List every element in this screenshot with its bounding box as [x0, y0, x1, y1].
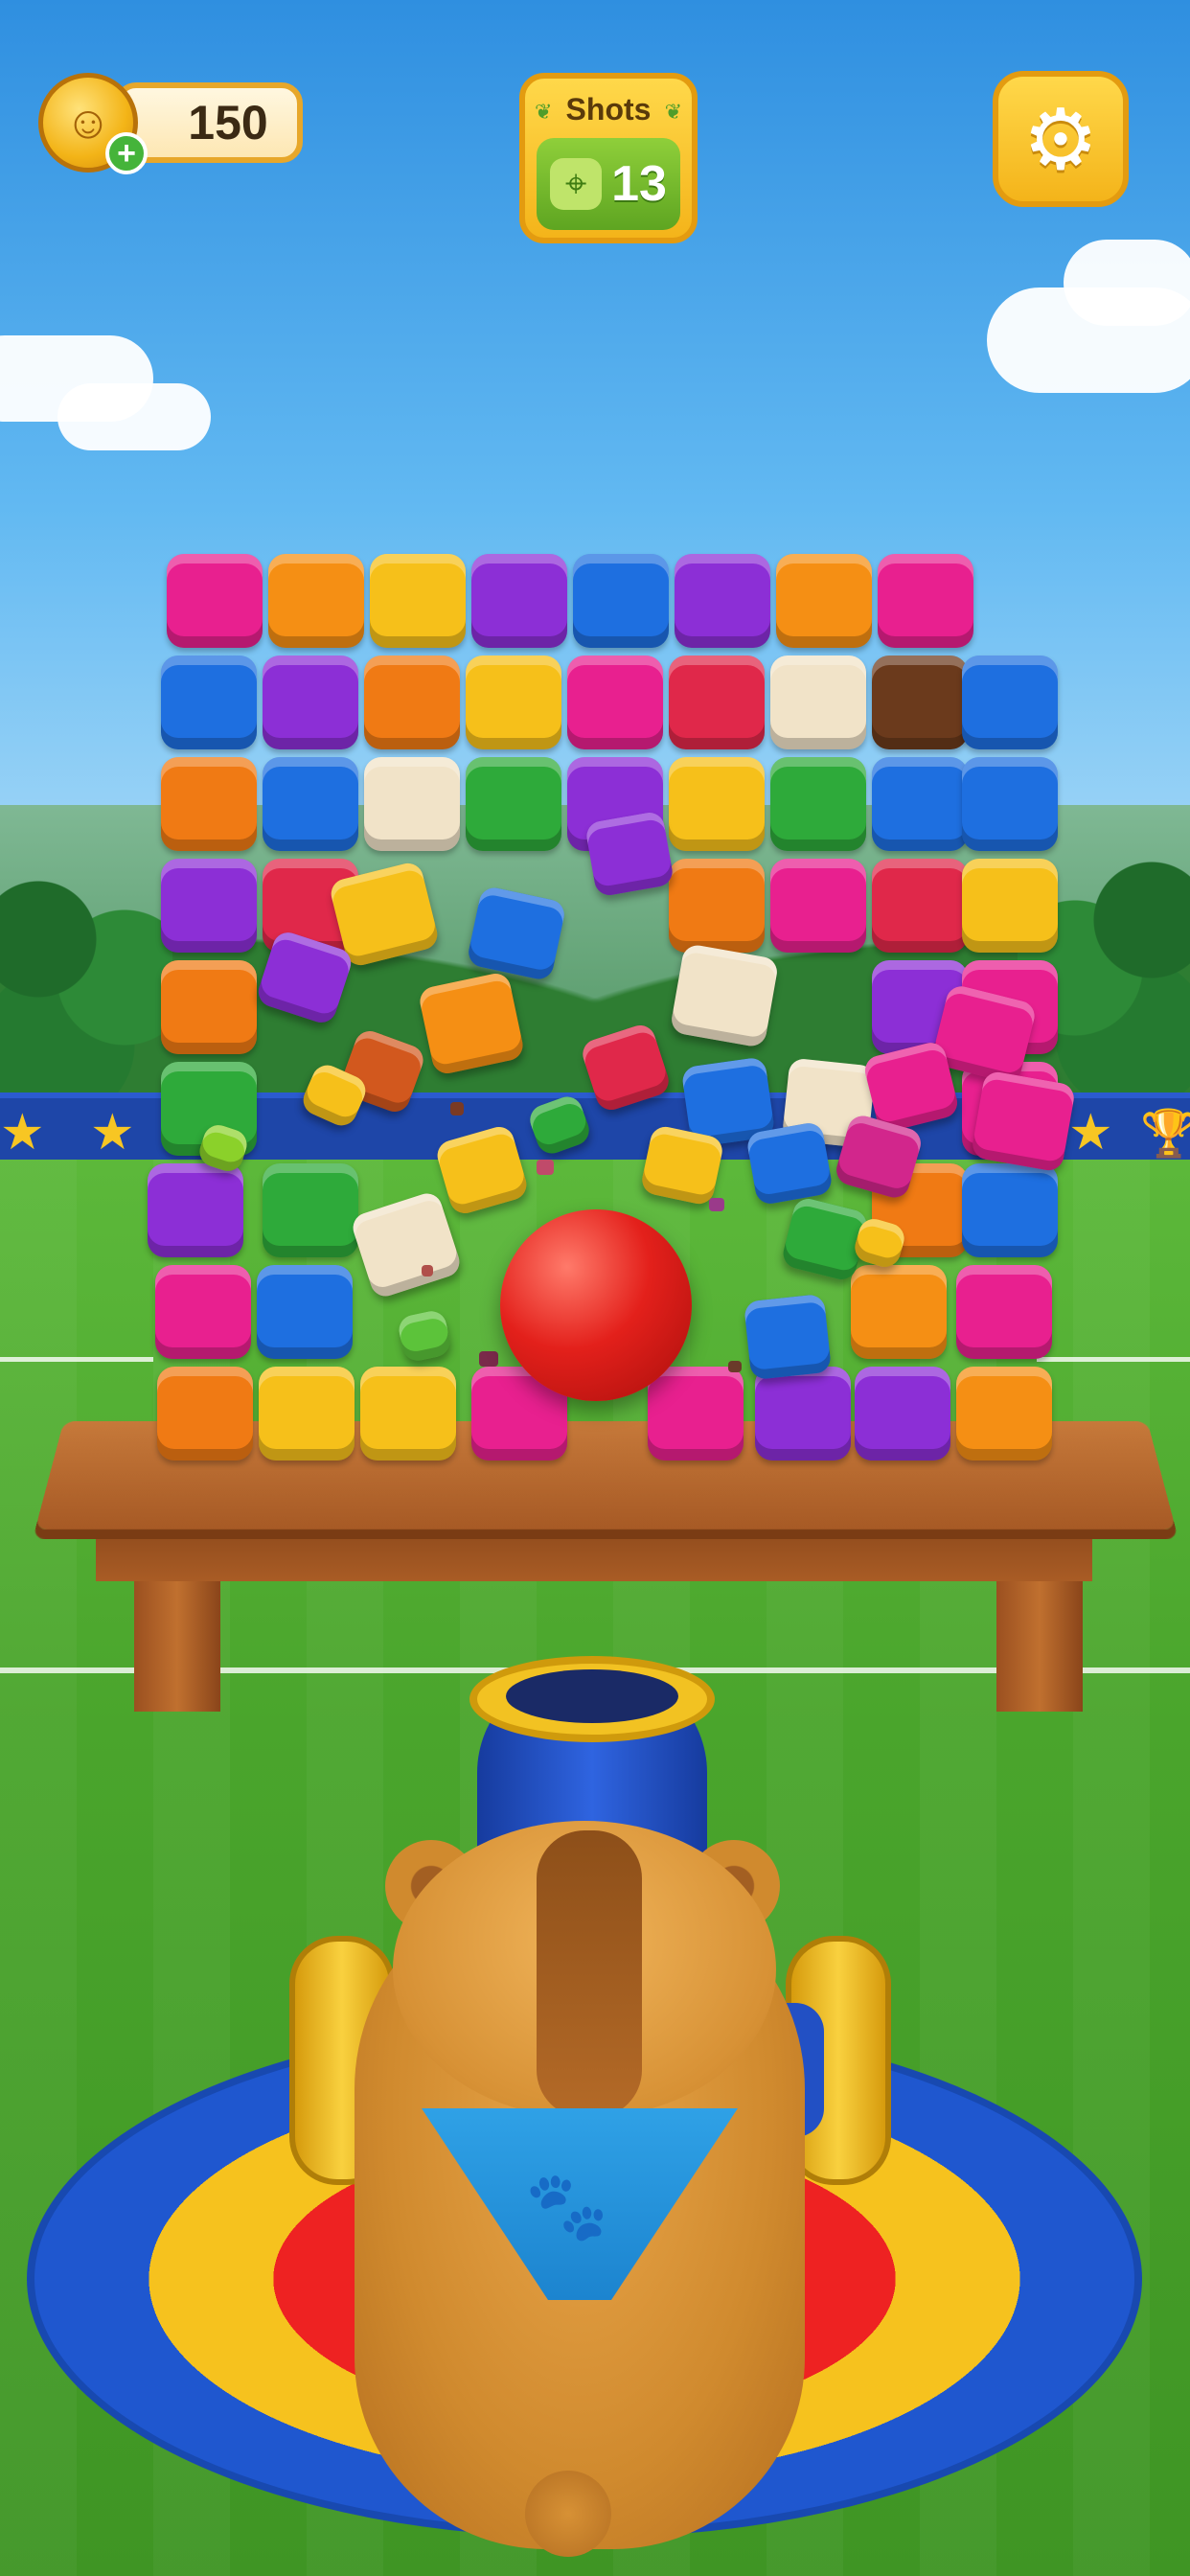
block — [161, 656, 257, 749]
flying-block — [743, 1293, 833, 1381]
block — [956, 1367, 1052, 1460]
cloud-left-2 — [57, 383, 211, 450]
settings-button[interactable]: ⚙ — [993, 71, 1129, 207]
debris — [537, 1160, 554, 1175]
block — [669, 859, 765, 953]
table-apron — [96, 1524, 1092, 1581]
block — [962, 1163, 1058, 1257]
block — [770, 859, 866, 953]
block — [157, 1367, 253, 1460]
block — [567, 656, 663, 749]
block — [956, 1265, 1052, 1359]
cannon-mouth — [506, 1669, 678, 1723]
block — [370, 554, 466, 648]
block — [872, 859, 968, 953]
debris — [422, 1265, 433, 1276]
red-ball — [500, 1209, 692, 1401]
flying-block — [745, 1120, 834, 1207]
block — [872, 757, 968, 851]
block — [259, 1367, 355, 1460]
capybara-tail — [525, 2471, 611, 2557]
block — [466, 757, 561, 851]
debris — [450, 1102, 464, 1116]
block — [161, 859, 257, 953]
block — [755, 1367, 851, 1460]
field-line — [0, 1357, 153, 1362]
debris — [709, 1198, 724, 1211]
block — [573, 554, 669, 648]
trees-left — [0, 862, 172, 1092]
block — [872, 656, 968, 749]
crosshair-icon: ⌖ — [550, 158, 603, 210]
block — [364, 757, 460, 851]
debris — [728, 1361, 742, 1372]
block — [167, 554, 263, 648]
star-icon: ★ — [0, 1105, 45, 1161]
flying-block — [639, 1123, 725, 1208]
block — [364, 656, 460, 749]
coin-panel[interactable]: 150 ☺ + — [38, 73, 307, 174]
add-coins-button[interactable]: + — [105, 132, 148, 174]
block — [360, 1367, 456, 1460]
block — [962, 656, 1058, 749]
cloud-right-2 — [1064, 240, 1190, 326]
shots-panel: ❦ Shots ❦ ⌖ 13 — [519, 73, 698, 243]
block — [770, 656, 866, 749]
block — [648, 1367, 744, 1460]
block — [466, 656, 561, 749]
block — [851, 1265, 947, 1359]
block — [878, 554, 973, 648]
star-icon: ★ — [90, 1105, 135, 1161]
block — [263, 656, 358, 749]
paw-icon: 🐾 — [525, 2169, 609, 2243]
block — [257, 1265, 353, 1359]
block — [263, 1163, 358, 1257]
field-line — [1037, 1357, 1190, 1362]
block — [471, 554, 567, 648]
block — [155, 1265, 251, 1359]
block — [161, 960, 257, 1054]
flying-block — [417, 971, 526, 1076]
block — [770, 757, 866, 851]
block — [855, 1367, 950, 1460]
flying-block — [970, 1070, 1077, 1173]
block — [962, 859, 1058, 953]
flying-block — [584, 810, 675, 898]
shots-counter: ⌖ 13 — [537, 138, 680, 230]
block — [776, 554, 872, 648]
block — [161, 757, 257, 851]
block — [263, 757, 358, 851]
star-icon: ★ — [1068, 1105, 1113, 1161]
block — [669, 656, 765, 749]
debris — [479, 1351, 498, 1367]
flying-block — [466, 885, 567, 982]
shots-count: 13 — [611, 156, 667, 212]
capybara-stripe — [537, 1830, 642, 2118]
block — [148, 1163, 243, 1257]
gear-icon: ⚙ — [1022, 91, 1099, 187]
trophy-icon: 🏆 — [1140, 1109, 1190, 1160]
block — [675, 554, 770, 648]
leaf-icon: ❦ — [664, 100, 682, 124]
block — [268, 554, 364, 648]
block — [669, 757, 765, 851]
block — [962, 757, 1058, 851]
flying-block — [669, 943, 780, 1048]
